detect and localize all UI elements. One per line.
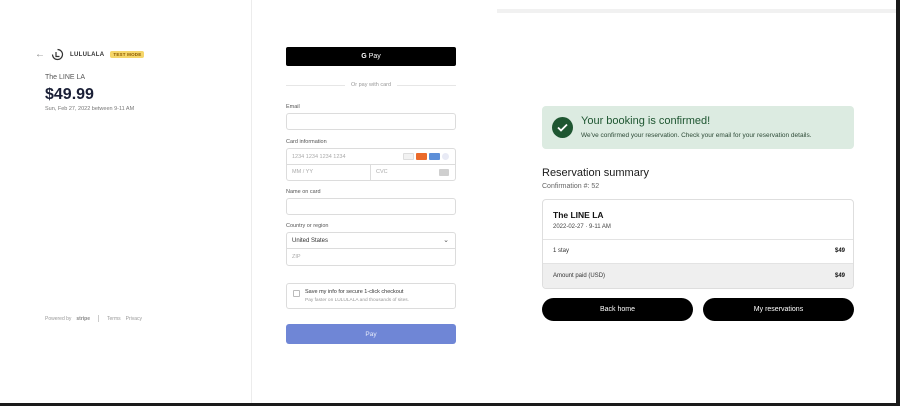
zip-placeholder: ZIP [292,254,301,260]
reservation-card: The LINE LA 2022-02-27 · 9-11 AM 1 stay … [542,199,854,289]
country-select[interactable]: United States ⌄ [287,233,455,249]
row-amount: $49 [834,273,845,279]
save-info-subtitle: Pay faster on LULULALA and thousands of … [305,298,409,303]
amex-icon [429,153,440,160]
brand-logo-icon [51,48,64,61]
venue-name: The LINE LA [553,210,604,220]
or-divider: Or pay with card [286,80,457,90]
google-pay-button[interactable]: G Pay [286,47,456,66]
country-box: United States ⌄ ZIP [286,232,456,266]
cvc-placeholder: CVC [376,169,388,175]
save-info-box: Save my info for secure 1-click checkout… [286,283,456,309]
privacy-link[interactable]: Privacy [126,316,142,322]
email-field[interactable] [286,113,456,130]
banner-title: Your booking is confirmed! [581,115,711,127]
mastercard-icon [416,153,427,160]
top-bar [497,9,896,13]
diners-icon [442,153,449,160]
save-info-checkbox[interactable] [293,290,300,297]
test-mode-badge: TEST MODE [110,51,145,58]
cvc-card-icon [439,169,449,176]
save-info-title: Save my info for secure 1-click checkout [305,289,404,295]
divider-line [397,84,457,86]
card-number-placeholder: 1234 1234 1234 1234 [292,154,346,160]
email-label: Email [286,104,300,110]
my-reservations-button[interactable]: My reservations [703,298,854,321]
powered-by-text: Powered by [45,315,72,322]
divider-line [286,84,345,86]
google-pay-label: Pay [368,53,381,60]
table-row: 1 stay $49 [543,239,853,263]
panel-divider [251,0,252,403]
expiry-placeholder: MM / YY [292,169,313,175]
card-info-box: 1234 1234 1234 1234 MM / YY CVC [286,148,456,181]
card-brands [403,153,449,160]
banner-text: We've confirmed your reservation. Check … [581,132,812,139]
row-amount: $49 [834,248,845,254]
confirmation-number: Confirmation #: 52 [542,183,600,190]
pay-button[interactable]: Pay [286,324,456,344]
order-summary-panel: ← LULULALA TEST MODE The LINE LA $49.99 … [0,0,251,403]
back-arrow-icon[interactable]: ← [35,49,45,60]
page-frame: ← LULULALA TEST MODE The LINE LA $49.99 … [0,0,896,403]
zip-field[interactable]: ZIP [287,249,455,266]
card-number-field[interactable]: 1234 1234 1234 1234 [287,149,455,165]
checkout-footer: Powered by stripe Terms Privacy [45,315,142,322]
back-home-button[interactable]: Back home [542,298,693,321]
visa-icon [403,153,414,160]
name-on-card-label: Name on card [286,189,321,195]
stripe-logo: stripe [76,315,91,322]
confirmation-banner: Your booking is confirmed! We've confirm… [542,106,854,149]
booking-date: Sun, Feb 27, 2022 between 9-11 AM [45,106,135,112]
row-label: 1 stay [553,248,570,254]
checkmark-icon [552,117,573,138]
or-pay-text: Or pay with card [350,82,392,88]
reservation-datetime: 2022-02-27 · 9-11 AM [553,224,611,230]
reservation-summary-title: Reservation summary [542,167,649,179]
country-value: United States [292,238,329,244]
total-price: $49.99 [45,86,94,103]
footer-divider [98,315,100,322]
row-label: Amount paid (USD) [553,273,606,279]
country-label: Country or region [286,223,329,229]
google-g-icon: G [361,53,367,60]
table-row: Amount paid (USD) $49 [543,263,853,288]
brand-header: ← LULULALA TEST MODE [35,48,145,61]
brand-name: LULULALA [70,51,105,58]
name-on-card-field[interactable] [286,198,456,215]
expiry-field[interactable]: MM / YY [287,165,371,181]
chevron-down-icon: ⌄ [443,237,449,244]
merchant-name: The LINE LA [45,74,86,81]
terms-link[interactable]: Terms [107,316,121,322]
card-info-label: Card information [286,139,327,145]
